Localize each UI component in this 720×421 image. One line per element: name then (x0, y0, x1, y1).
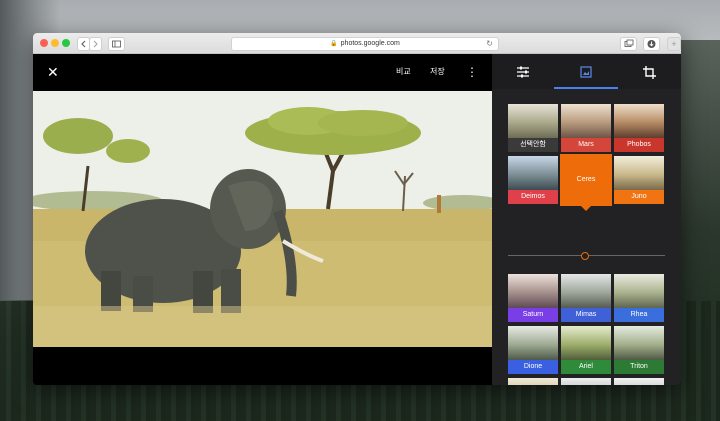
filter-label: Juno (614, 190, 664, 204)
filter-preview (561, 378, 611, 385)
filter-thumb[interactable]: Juno (614, 156, 664, 204)
browser-window: 🔒 photos.google.com ↻ + ✕ 비교 저장 ⋮ 선택안함 M… (33, 33, 681, 385)
filter-thumb[interactable]: Rhea (614, 274, 664, 322)
selected-indicator (581, 206, 591, 211)
filter-label: Dione (508, 360, 558, 374)
filter-preview (614, 104, 664, 138)
tabs-icon (624, 39, 634, 47)
address-bar[interactable]: 🔒 photos.google.com ↻ (231, 37, 499, 51)
close-window-button[interactable] (40, 39, 48, 47)
edit-panel: 선택안함 Mars Phobos Deimos Ceres Juno Satur… (492, 54, 681, 385)
filter-label: 선택안함 (508, 138, 558, 152)
filter-thumb[interactable]: Triton (614, 326, 664, 374)
filter-intensity-slider[interactable] (508, 250, 665, 262)
filter-preview (614, 156, 664, 190)
filter-thumb[interactable] (561, 378, 611, 385)
filter-label: Phobos (614, 138, 664, 152)
edited-photo (33, 91, 492, 347)
chevron-left-icon (81, 40, 86, 48)
more-options-icon[interactable]: ⋮ (466, 64, 478, 80)
editor-topbar: ✕ 비교 저장 ⋮ (33, 54, 492, 91)
filter-tab[interactable] (571, 63, 601, 81)
filter-thumb-selected[interactable]: Ceres (560, 154, 612, 211)
filter-thumb[interactable]: Dione (508, 326, 558, 374)
filter-label: Triton (614, 360, 664, 374)
browser-toolbar: 🔒 photos.google.com ↻ + (33, 33, 681, 54)
filter-thumb[interactable]: Saturn (508, 274, 558, 322)
zoom-window-button[interactable] (62, 39, 70, 47)
tune-tab[interactable] (508, 63, 538, 81)
filter-thumb[interactable]: Deimos (508, 156, 558, 204)
filter-thumb[interactable]: Phobos (614, 104, 664, 152)
filter-thumb[interactable]: Mimas (561, 274, 611, 322)
filter-preview (614, 378, 664, 385)
filter-preview (508, 378, 558, 385)
lock-icon: 🔒 (330, 41, 338, 47)
filter-label: Mars (561, 138, 611, 152)
crop-tab[interactable] (635, 63, 665, 81)
download-icon (647, 40, 656, 48)
slider-handle[interactable] (581, 252, 589, 260)
filter-label: Rhea (614, 308, 664, 322)
photo-editor: ✕ 비교 저장 ⋮ (33, 54, 492, 385)
url-text: photos.google.com (340, 40, 400, 47)
reload-icon[interactable]: ↻ (486, 38, 493, 50)
filter-preview (561, 326, 611, 360)
filter-icon (580, 66, 592, 78)
close-icon[interactable]: ✕ (47, 63, 59, 81)
filter-preview (614, 326, 664, 360)
filter-thumb[interactable]: Mars (561, 104, 611, 152)
filter-preview (508, 326, 558, 360)
chevron-right-icon (93, 40, 98, 48)
filter-thumb[interactable] (508, 378, 558, 385)
filter-label: Deimos (508, 190, 558, 204)
filter-label: Mimas (561, 308, 611, 322)
edit-tabs (492, 54, 681, 89)
elephant-photo-illustration (33, 91, 492, 347)
filter-label: Ceres (576, 176, 596, 183)
tabs-button[interactable] (620, 37, 637, 51)
filter-preview (508, 104, 558, 138)
filter-thumb[interactable] (614, 378, 664, 385)
forward-button[interactable] (89, 37, 102, 51)
download-button[interactable] (643, 37, 660, 51)
filter-thumb[interactable]: Ariel (561, 326, 611, 374)
save-button[interactable]: 저장 (430, 66, 445, 77)
active-tab-indicator (554, 87, 618, 89)
filter-label: Saturn (508, 308, 558, 322)
sidebar-button[interactable] (108, 37, 125, 51)
tune-icon (517, 66, 529, 78)
filter-preview (561, 104, 611, 138)
filter-preview (614, 274, 664, 308)
filter-thumb[interactable]: 선택안함 (508, 104, 558, 152)
filter-preview (561, 274, 611, 308)
filter-label: Ariel (561, 360, 611, 374)
minimize-window-button[interactable] (51, 39, 59, 47)
filter-preview (508, 156, 558, 190)
compare-button[interactable]: 비교 (396, 66, 411, 77)
crop-icon (643, 66, 656, 79)
filter-preview (508, 274, 558, 308)
sidebar-icon (112, 40, 121, 48)
new-tab-button[interactable]: + (667, 37, 681, 51)
